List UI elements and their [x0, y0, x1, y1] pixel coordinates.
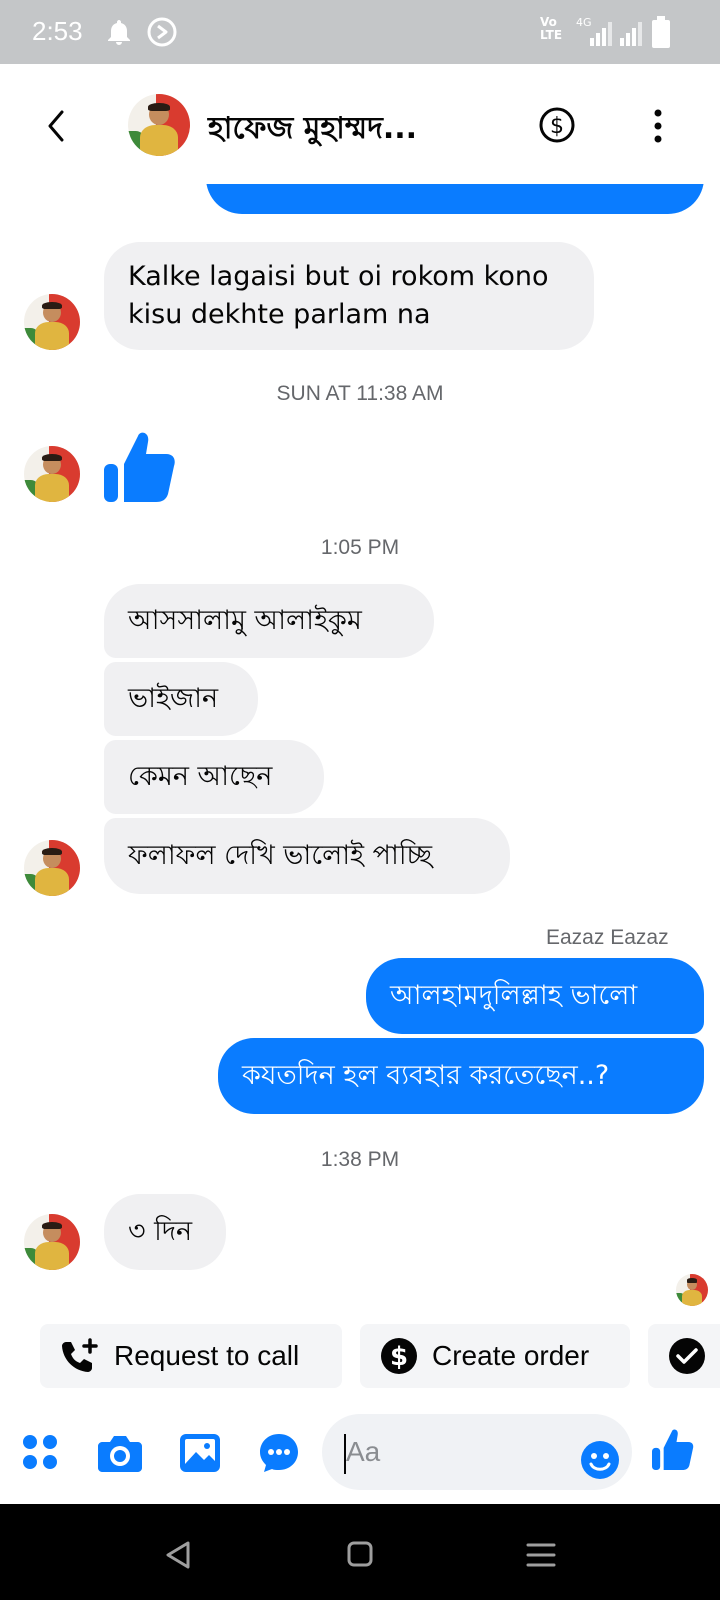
read-receipt-avatar: [676, 1274, 708, 1306]
grid-icon[interactable]: [22, 1434, 58, 1470]
image-icon[interactable]: [180, 1434, 220, 1472]
sender-avatar[interactable]: [24, 294, 80, 350]
signal-icon: [590, 22, 642, 46]
status-bar: 2:53 Vo LTE 4G: [0, 0, 720, 64]
dollar-circle-icon: $: [381, 1338, 417, 1374]
message-text: আলহামদুলিল্লাহ ভালো: [390, 980, 638, 1011]
message-input-placeholder: Aa: [346, 1436, 381, 1467]
message-text: আসসালামু আলাইকুম: [128, 605, 362, 636]
thumbs-up-icon[interactable]: [104, 428, 176, 504]
contact-avatar[interactable]: [128, 94, 190, 156]
chip-label: Request to call: [114, 1340, 300, 1371]
contact-name[interactable]: হাফেজ মুহাম্মদ...: [208, 104, 417, 155]
back-icon[interactable]: [42, 108, 70, 144]
notification-bell-icon: [108, 20, 130, 45]
message-bubble-outgoing[interactable]: আলহামদুলিল্লাহ ভালো: [366, 958, 704, 1034]
more-options-icon[interactable]: [652, 108, 664, 144]
message-text: কযতদিন হল ব্যবহার করতেছেন..?: [242, 1060, 610, 1091]
message-bubble-outgoing[interactable]: কযতদিন হল ব্যবহার করতেছেন..?: [218, 1038, 704, 1114]
message-bubble-incoming[interactable]: Kalke lagaisi but oi rokom kono kisu dek…: [104, 242, 594, 350]
camera-icon[interactable]: [98, 1434, 142, 1472]
message-bubble-outgoing-clipped[interactable]: [206, 184, 704, 214]
message-text: ফলাফল দেখি ভালোই পাচ্ছি: [128, 840, 433, 871]
chat-more-icon[interactable]: [258, 1432, 300, 1474]
svg-text:$: $: [390, 1342, 408, 1372]
message-text: kisu dekhte parlam na: [128, 299, 431, 330]
message-text: Kalke lagaisi but oi rokom kono: [128, 261, 549, 292]
message-bubble-incoming[interactable]: ফলাফল দেখি ভালোই পাচ্ছি: [104, 818, 510, 894]
message-timestamp: SUN AT 11:38 AM: [276, 382, 444, 405]
sender-avatar[interactable]: [24, 1214, 80, 1270]
chip-label: Create order: [432, 1340, 590, 1371]
media-play-icon: [147, 17, 177, 47]
sender-avatar[interactable]: [24, 446, 80, 502]
message-timestamp: 1:05 PM: [320, 536, 400, 559]
create-order-chip[interactable]: $ Create order: [360, 1324, 630, 1388]
request-to-call-chip[interactable]: Request to call: [40, 1324, 342, 1388]
message-bubble-incoming[interactable]: কেমন আছেন: [104, 740, 324, 814]
status-time: 2:53: [32, 16, 83, 46]
check-circle-icon: [669, 1338, 705, 1374]
quick-action-chip-clipped[interactable]: [648, 1324, 720, 1388]
phone-plus-icon: [62, 1338, 98, 1372]
send-like-icon[interactable]: [652, 1426, 694, 1472]
sender-name: Eazaz Eazaz: [546, 926, 669, 949]
message-text: ভাইজান: [128, 683, 219, 714]
sender-avatar[interactable]: [24, 840, 80, 896]
nav-menu-icon[interactable]: [526, 1542, 556, 1568]
system-nav-bar: [0, 1504, 720, 1600]
battery-icon: [652, 16, 670, 48]
nav-back-icon[interactable]: [164, 1540, 192, 1570]
nav-home-icon[interactable]: [346, 1540, 374, 1568]
volte-indicator: Vo LTE: [540, 15, 563, 42]
payment-icon[interactable]: $: [538, 106, 576, 144]
message-bubble-incoming[interactable]: ভাইজান: [104, 662, 258, 736]
message-bubble-incoming[interactable]: ৩ দিন: [104, 1194, 226, 1270]
message-text: কেমন আছেন: [128, 761, 273, 792]
svg-text:$: $: [550, 114, 564, 139]
message-bubble-incoming[interactable]: আসসালামু আলাইকুম: [104, 584, 434, 658]
message-timestamp: 1:38 PM: [320, 1148, 400, 1171]
message-text: ৩ দিন: [128, 1216, 193, 1247]
emoji-icon[interactable]: [580, 1440, 620, 1480]
